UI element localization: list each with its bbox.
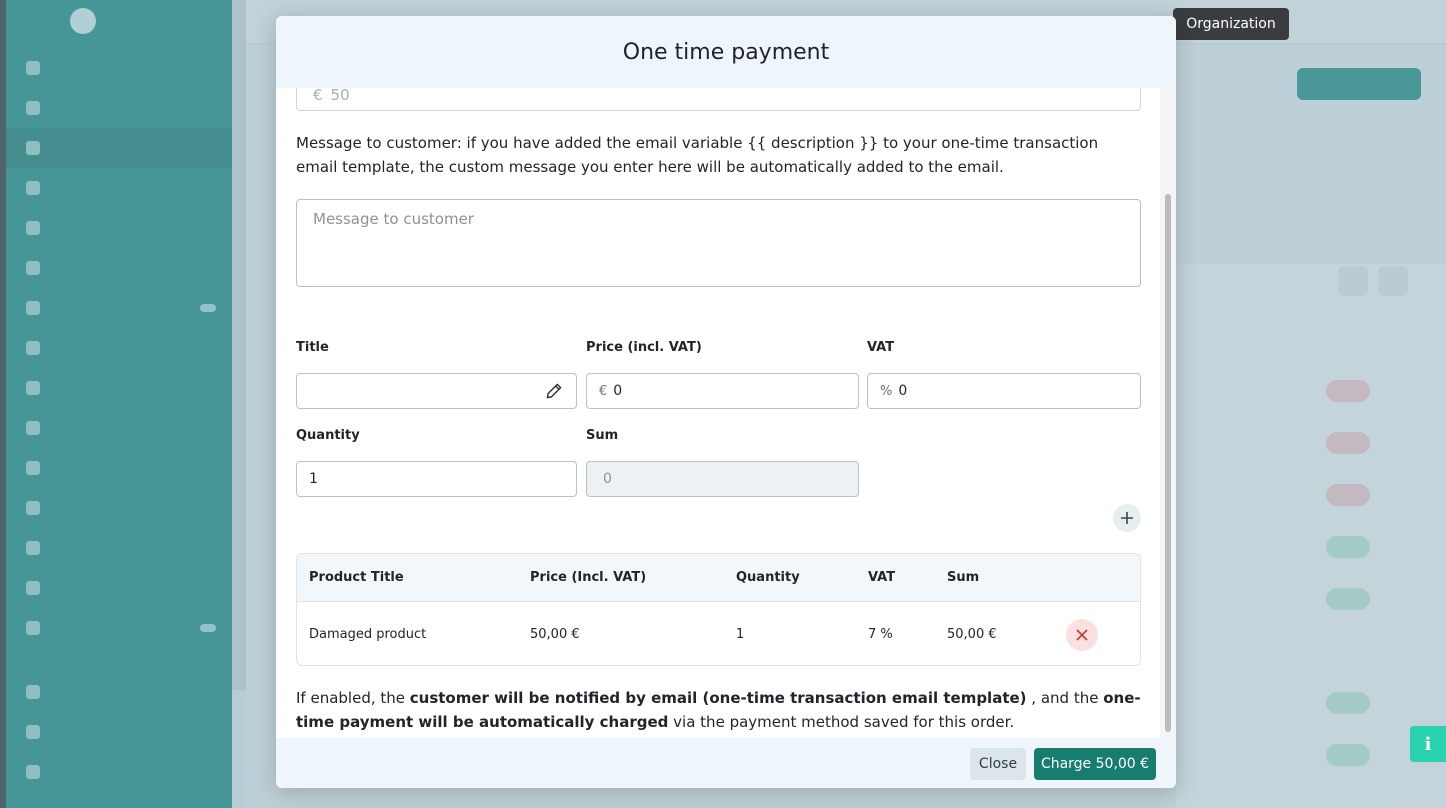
title-label: Title xyxy=(296,340,329,355)
sum-readonly-field: 0 xyxy=(586,461,859,497)
price-currency-prefix: € xyxy=(599,383,608,399)
products-table: Product Title Price (Incl. VAT) Quantity… xyxy=(296,553,1141,666)
price-label: Price (incl. VAT) xyxy=(586,340,702,355)
header-price: Price (Incl. VAT) xyxy=(530,570,647,585)
close-button[interactable]: Close xyxy=(970,748,1026,780)
info-button[interactable]: i xyxy=(1410,726,1446,762)
sum-value: 0 xyxy=(603,471,612,487)
quantity-input[interactable]: 1 xyxy=(296,461,577,497)
modal-scrollbar-thumb[interactable] xyxy=(1165,194,1171,732)
vat-label: VAT xyxy=(867,340,895,355)
price-input[interactable]: € 0 xyxy=(586,373,859,409)
notice-part-2: , and the xyxy=(1026,689,1104,707)
organization-tooltip: Organization xyxy=(1173,8,1289,40)
price-value: 0 xyxy=(613,383,623,399)
sum-label: Sum xyxy=(586,428,619,443)
info-icon: i xyxy=(1424,733,1432,755)
products-table-header xyxy=(297,554,1140,602)
charge-notice-text: If enabled, the customer will be notifie… xyxy=(296,686,1141,734)
header-vat: VAT xyxy=(868,570,896,585)
row-sum: 50,00 € xyxy=(947,627,997,642)
quantity-label: Quantity xyxy=(296,428,360,443)
vat-value: 0 xyxy=(898,383,908,399)
vat-input[interactable]: % 0 xyxy=(867,373,1141,409)
amount-input[interactable]: € 50 xyxy=(296,88,1141,111)
remove-product-button[interactable] xyxy=(1066,619,1098,651)
modal-footer: Close Charge 50,00 € xyxy=(276,738,1176,788)
header-sum: Sum xyxy=(947,570,980,585)
title-input[interactable] xyxy=(296,373,577,409)
notice-part-3: via the payment method saved for this or… xyxy=(668,713,1015,731)
close-x-icon xyxy=(1076,629,1088,641)
message-to-customer-input[interactable] xyxy=(296,199,1141,287)
notice-part-1: If enabled, the xyxy=(296,689,410,707)
row-quantity: 1 xyxy=(736,627,745,642)
one-time-payment-modal: One time payment € 50 Message to custome… xyxy=(276,16,1176,788)
quantity-value: 1 xyxy=(309,471,318,487)
row-price: 50,00 € xyxy=(530,627,580,642)
currency-prefix: € xyxy=(313,88,323,104)
row-vat: 7 % xyxy=(868,627,893,642)
plus-icon xyxy=(1121,512,1133,524)
add-product-button[interactable] xyxy=(1113,504,1141,532)
modal-title: One time payment xyxy=(622,39,830,65)
amount-value: 50 xyxy=(330,88,350,104)
header-quantity: Quantity xyxy=(736,570,800,585)
row-product-title: Damaged product xyxy=(309,627,427,642)
modal-body: € 50 Message to customer: if you have ad… xyxy=(276,88,1176,738)
vat-percent-prefix: % xyxy=(880,383,893,399)
notice-bold-1: customer will be notified by email (one-… xyxy=(409,689,1027,707)
charge-button[interactable]: Charge 50,00 € xyxy=(1034,748,1156,780)
pencil-icon[interactable] xyxy=(544,381,564,401)
header-product-title: Product Title xyxy=(309,570,404,585)
modal-header: One time payment xyxy=(276,16,1176,88)
message-help-text: Message to customer: if you have added t… xyxy=(296,134,1099,176)
